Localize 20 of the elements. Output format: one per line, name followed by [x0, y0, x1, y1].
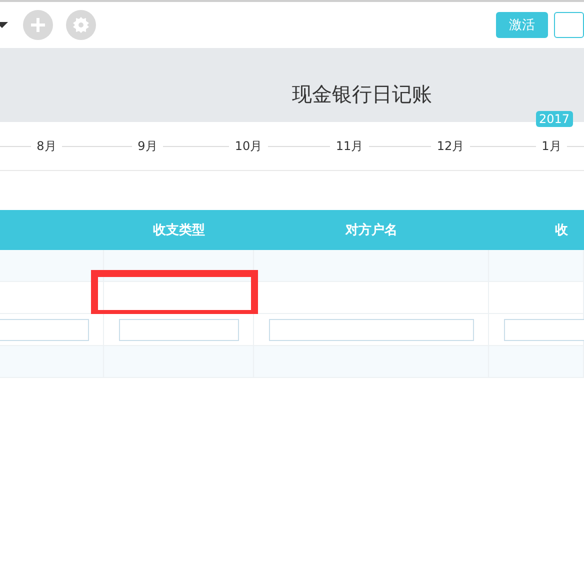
input-field[interactable] [504, 318, 584, 340]
outline-button[interactable] [554, 12, 584, 38]
add-button[interactable] [23, 10, 53, 40]
gear-icon [72, 16, 90, 34]
input-field[interactable] [0, 318, 89, 340]
input-field[interactable] [269, 318, 474, 340]
page-title: 现金银行日记账 [292, 80, 432, 108]
column-header: 对方户名 [344, 222, 398, 239]
month-label[interactable]: 11月 [330, 138, 370, 154]
month-label[interactable]: 12月 [430, 138, 470, 154]
month-label[interactable]: 1月 [536, 138, 568, 154]
column-header: 收支类型 [152, 222, 206, 239]
month-label[interactable]: 9月 [132, 138, 164, 154]
month-label[interactable]: 8月 [30, 138, 62, 154]
month-label[interactable]: 10月 [228, 138, 268, 154]
settings-button[interactable] [66, 10, 96, 40]
input-field[interactable] [119, 318, 239, 340]
plus-icon [30, 17, 46, 33]
year-badge: 2017 [536, 111, 573, 127]
column-header: 收 [554, 222, 569, 239]
